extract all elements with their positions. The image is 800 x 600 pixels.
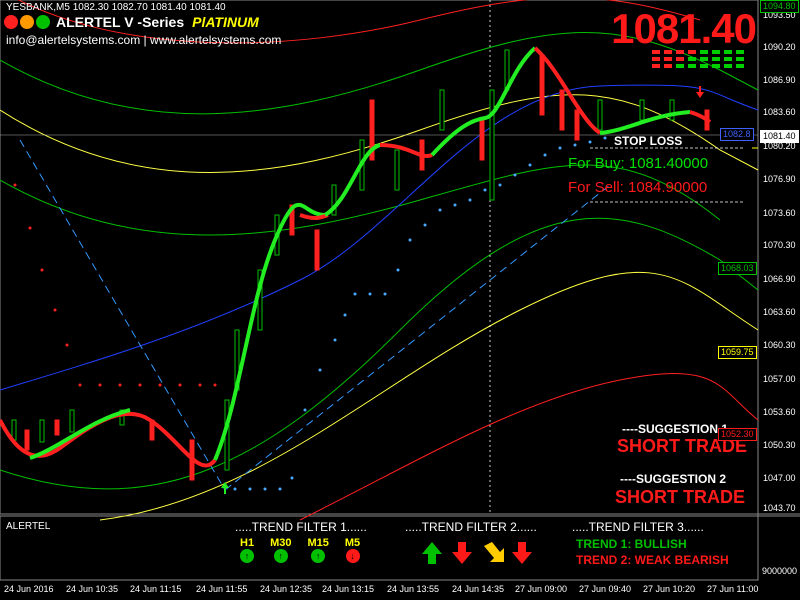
trend-filter-2-header: .....TREND FILTER 2......: [405, 520, 537, 534]
timeframe-label: M5: [344, 537, 361, 549]
price-tag: 1059.75: [718, 346, 757, 359]
time-axis-label: 27 Jun 09:40: [579, 584, 632, 594]
contact-info: info@alertelsystems.com | www.alertelsys…: [6, 33, 282, 47]
suggestion-2-label: ----SUGGESTION 2: [620, 472, 727, 486]
time-axis-label: 24 Jun 13:55: [387, 584, 440, 594]
price-axis-label: 1043.70: [763, 503, 796, 513]
arrow-down-right-icon: [484, 542, 504, 562]
subwindow-title: ALERTEL: [6, 521, 51, 532]
time-axis-label: 24 Jun 12:35: [260, 584, 313, 594]
time-axis-label: 24 Jun 14:35: [452, 584, 505, 594]
price-axis-label: 1076.90: [763, 174, 796, 184]
price-tag: 1068.03: [718, 262, 757, 275]
price-axis-label: 1073.60: [763, 208, 796, 218]
timeframe-m30: M30 ↑: [270, 537, 291, 563]
time-axis-label: 27 Jun 11:00: [707, 584, 759, 594]
price-axis-label: 1057.00: [763, 374, 796, 384]
buy-level: For Buy: 1081.40000: [568, 155, 709, 172]
up-circle-icon: ↑: [311, 549, 326, 563]
price-chart[interactable]: [0, 0, 800, 600]
orange-dot-icon: [20, 15, 34, 29]
time-axis-label: 24 Jun 13:15: [322, 584, 375, 594]
symbol-info: YESBANK,M5 1082.30 1082.70 1081.40 1081.…: [6, 2, 226, 13]
brand-title: ALERTEL V -Series: [56, 14, 185, 30]
sell-level: For Sell: 1084.90000: [568, 179, 708, 196]
timeframe-m5: M5 ↓: [345, 537, 360, 563]
price-axis-label: 1066.90: [763, 274, 796, 284]
trend-filter-3-header: .....TREND FILTER 3......: [572, 520, 704, 534]
arrow-up-icon: [422, 542, 442, 564]
price-tag: 1052.30: [718, 428, 757, 441]
timeframe-label: H1: [240, 537, 255, 549]
trend-2-status: TREND 2: WEAK BEARISH: [576, 553, 729, 567]
time-axis-label: 24 Jun 2016: [4, 584, 54, 594]
suggestion-1-label: ----SUGGESTION 1: [622, 422, 729, 436]
time-axis-label: 24 Jun 11:15: [130, 584, 182, 594]
stop-loss-label: STOP LOSS: [614, 134, 683, 148]
timeframe-h1: H1 ↑: [240, 537, 254, 563]
timeframe-label: M15: [307, 537, 329, 549]
price-axis-label: 1050.30: [763, 440, 796, 450]
down-circle-icon: ↓: [345, 549, 360, 563]
subwindow-axis-label: 9000000: [762, 566, 798, 576]
time-axis-label: 24 Jun 10:35: [66, 584, 119, 594]
price-axis-label: 1086.90: [763, 75, 796, 85]
timeframe-label: M30: [270, 537, 292, 549]
trend-1-status: TREND 1: BULLISH: [576, 537, 687, 551]
arrow-down-icon: [512, 542, 532, 564]
up-circle-icon: ↑: [273, 549, 288, 563]
timeframe-filters: H1 ↑ M30 ↑ M15 ↑ M5 ↓: [240, 537, 360, 563]
time-axis-label: 27 Jun 10:20: [643, 584, 696, 594]
price-tag: 1082.8: [720, 128, 754, 141]
price-axis-label: 1060.30: [763, 340, 796, 350]
price-tag: 1094.80: [760, 0, 799, 13]
time-axis-label: 27 Jun 09:00: [515, 584, 568, 594]
price-tag: 1081.40: [760, 130, 799, 143]
up-circle-icon: ↑: [240, 549, 255, 563]
time-axis-label: 24 Jun 11:55: [196, 584, 248, 594]
price-axis-label: 1090.20: [763, 42, 796, 52]
red-dot-icon: [4, 15, 18, 29]
green-dot-icon: [36, 15, 50, 29]
arrow-down-icon: [452, 542, 472, 564]
price-axis-label: 1063.60: [763, 307, 796, 317]
timeframe-m15: M15 ↑: [307, 537, 329, 563]
brand-row: ALERTEL V -Series PlATINUM: [4, 14, 259, 30]
brand-tier: PlATINUM: [192, 14, 259, 30]
price-axis-label: 1053.60: [763, 407, 796, 417]
trend-filter-1-header: .....TREND FILTER 1......: [235, 520, 367, 534]
signal-grid: [652, 50, 744, 68]
current-price: 1081.40: [611, 5, 757, 52]
price-axis-label: 1047.00: [763, 473, 796, 483]
trend-filter-2-arrows: [422, 542, 532, 564]
price-axis-label: 1083.60: [763, 107, 796, 117]
price-axis-label: 1070.30: [763, 240, 796, 250]
suggestion-2-value: SHORT TRADE: [615, 487, 745, 507]
